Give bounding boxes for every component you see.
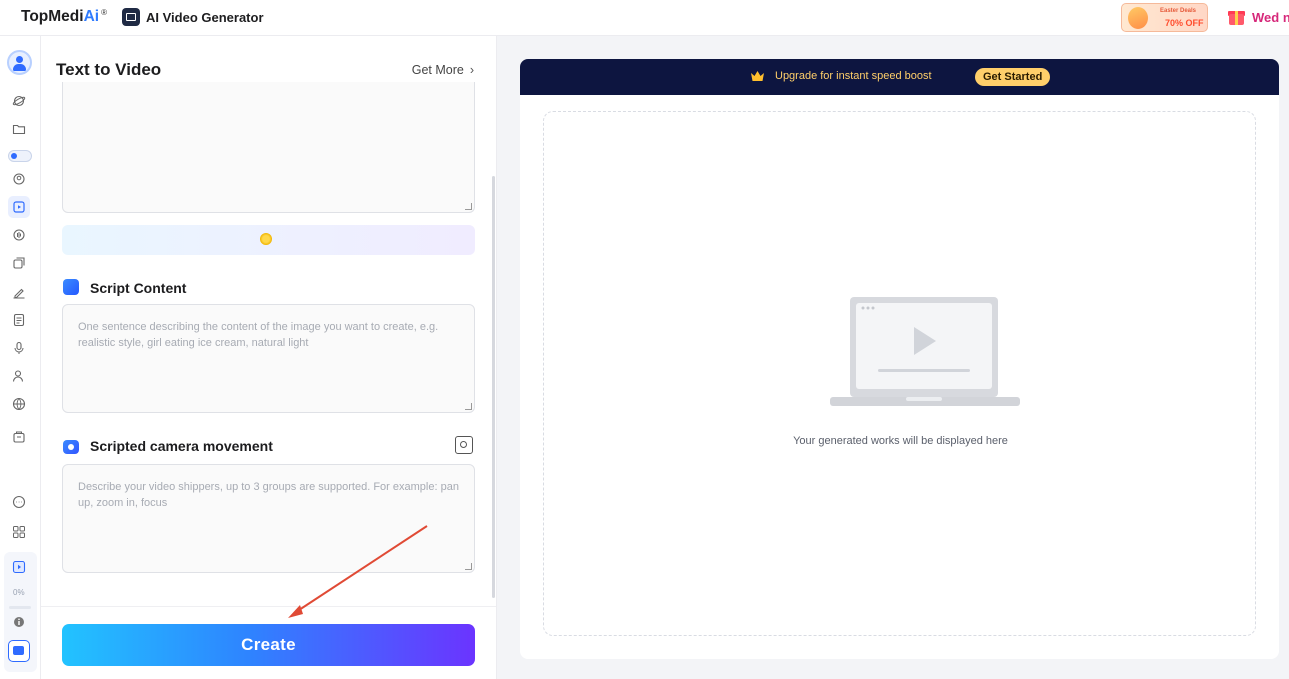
script-edit-icon (63, 279, 79, 295)
output-dropzone: Your generated works will be displayed h… (543, 111, 1256, 636)
script-content-title: Script Content (90, 280, 187, 296)
layers-icon[interactable] (12, 256, 26, 270)
resize-handle-icon[interactable] (465, 203, 472, 210)
get-more-link[interactable]: Get More › (412, 63, 474, 77)
easter-egg-icon (1128, 7, 1148, 29)
face-swap-icon[interactable] (12, 172, 26, 186)
preview-area: Upgrade for instant speed boost Get Star… (520, 59, 1279, 659)
planet-icon[interactable] (12, 94, 26, 108)
text-to-video-panel: Text to Video Get More › Script Content O… (41, 36, 497, 679)
globe-icon[interactable] (12, 397, 26, 411)
sparkle-icon (260, 233, 272, 245)
divider (41, 606, 496, 607)
folder-icon[interactable] (12, 122, 26, 136)
crown-icon (751, 71, 764, 81)
resize-handle-icon[interactable] (465, 403, 472, 410)
progress-percent: 0% (13, 588, 25, 597)
magic-enhance-button[interactable] (62, 225, 475, 255)
mic-icon[interactable] (12, 341, 26, 355)
panel-scrollbar[interactable] (492, 176, 495, 598)
top-bar: TopMediAi ® AI Video Generator Easter Dea… (0, 0, 1289, 36)
progress-bar (9, 606, 31, 609)
upgrade-text: Upgrade for instant speed boost (775, 70, 932, 82)
gift-icon[interactable] (1228, 8, 1245, 25)
camera-icon (63, 440, 79, 454)
easter-deal-banner[interactable]: Easter Deals 70% OFF (1121, 3, 1208, 32)
user-menu[interactable]: Wed n (1252, 10, 1289, 25)
create-button[interactable]: Create (62, 624, 475, 666)
panel-title: Text to Video (56, 60, 162, 79)
icon-rail: 0% (0, 36, 41, 679)
video-icon[interactable] (12, 200, 26, 214)
avatar-icon[interactable] (7, 50, 32, 75)
deal-label: Easter Deals (1160, 8, 1197, 14)
info-icon[interactable] (12, 615, 26, 629)
mode-toggle[interactable] (8, 150, 32, 162)
deal-discount: 70% OFF (1165, 18, 1204, 28)
laptop-video-icon (830, 297, 1020, 406)
prompt-textarea[interactable] (62, 82, 475, 213)
app-title: AI Video Generator (146, 10, 264, 25)
apps-icon[interactable] (12, 525, 26, 539)
box-icon[interactable] (12, 430, 26, 444)
person-icon[interactable] (12, 369, 26, 383)
chat-icon[interactable] (12, 495, 26, 509)
camera-capture-icon[interactable] (455, 436, 473, 454)
resize-handle-icon[interactable] (465, 563, 472, 570)
empty-state-text: Your generated works will be displayed h… (793, 435, 1008, 447)
camera-movement-title: Scripted camera movement (90, 438, 273, 454)
video-active-icon[interactable] (12, 560, 26, 574)
card-icon[interactable] (8, 640, 30, 662)
brand-logo[interactable]: TopMediAi ® (21, 8, 107, 26)
ai-video-app-icon (122, 8, 140, 26)
doc-icon[interactable] (12, 313, 26, 327)
audio-icon[interactable] (12, 228, 26, 242)
brush-icon[interactable] (12, 285, 26, 299)
chevron-right-icon: › (469, 63, 474, 77)
camera-movement-input[interactable]: Describe your video shippers, up to 3 gr… (62, 464, 475, 573)
upgrade-banner: Upgrade for instant speed boost Get Star… (520, 59, 1279, 95)
get-started-button[interactable]: Get Started (975, 68, 1051, 86)
script-content-input[interactable]: One sentence describing the content of t… (62, 304, 475, 413)
